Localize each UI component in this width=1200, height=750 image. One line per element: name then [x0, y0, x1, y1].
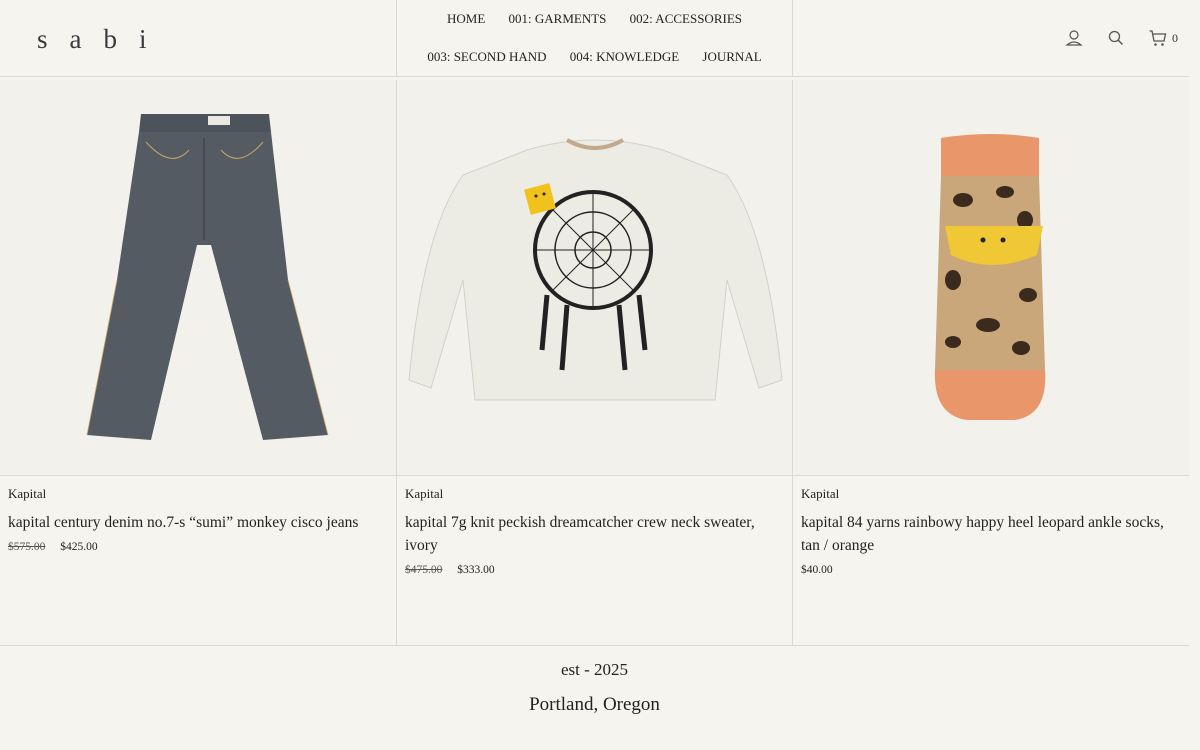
- product-info: Kapital kapital century denim no.7-s “su…: [8, 486, 378, 553]
- product-brand[interactable]: Kapital: [8, 486, 378, 502]
- sale-price: $333.00: [457, 564, 495, 576]
- product-title[interactable]: kapital 84 yarns rainbowy happy heel leo…: [801, 511, 1171, 557]
- account-icon[interactable]: [1064, 28, 1084, 48]
- compare-price: $575.00: [8, 541, 46, 553]
- site-header: sabi HOME 001: GARMENTS 002: ACCESSORIES…: [0, 0, 1189, 77]
- product-info: Kapital kapital 84 yarns rainbowy happy …: [801, 486, 1171, 576]
- product-grid: Kapital kapital century denim no.7-s “su…: [0, 80, 1189, 646]
- location-text: Portland, Oregon: [529, 694, 660, 715]
- product-price: $40.00: [801, 564, 1171, 576]
- cart-icon[interactable]: 0: [1148, 28, 1178, 48]
- nav-second-hand[interactable]: 003: SECOND HAND: [427, 49, 546, 65]
- product-brand[interactable]: Kapital: [405, 486, 775, 502]
- search-icon[interactable]: [1106, 28, 1126, 48]
- nav-accessories[interactable]: 002: ACCESSORIES: [630, 11, 742, 27]
- product-title[interactable]: kapital century denim no.7-s “sumi” monk…: [8, 511, 378, 534]
- established-text: est - 2025: [560, 660, 629, 679]
- product-card[interactable]: Kapital kapital century denim no.7-s “su…: [0, 80, 397, 646]
- nav-row-2: 003: SECOND HAND 004: KNOWLEDGE JOURNAL: [397, 49, 792, 65]
- nav-knowledge[interactable]: 004: KNOWLEDGE: [570, 49, 679, 65]
- site-logo[interactable]: sabi: [37, 24, 169, 55]
- product-card[interactable]: Kapital kapital 84 yarns rainbowy happy …: [792, 80, 1189, 646]
- nav-home[interactable]: HOME: [447, 11, 485, 27]
- product-image-socks[interactable]: [793, 80, 1189, 476]
- site-footer: est - 2025 Portland, Oregon: [0, 660, 1189, 716]
- header-icons: 0: [1042, 27, 1178, 49]
- product-image-sweater[interactable]: [397, 80, 793, 476]
- product-price: $475.00 $333.00: [405, 564, 775, 576]
- product-image-jeans[interactable]: [0, 80, 397, 476]
- nav-garments[interactable]: 001: GARMENTS: [509, 11, 607, 27]
- regular-price: $40.00: [801, 564, 833, 576]
- sale-price: $425.00: [60, 541, 98, 553]
- nav-row-1: HOME 001: GARMENTS 002: ACCESSORIES: [397, 11, 792, 27]
- compare-price: $475.00: [405, 564, 443, 576]
- product-price: $575.00 $425.00: [8, 541, 378, 553]
- product-card[interactable]: Kapital kapital 7g knit peckish dreamcat…: [396, 80, 793, 646]
- product-brand[interactable]: Kapital: [801, 486, 1171, 502]
- product-info: Kapital kapital 7g knit peckish dreamcat…: [405, 486, 775, 576]
- nav-journal[interactable]: JOURNAL: [702, 49, 761, 65]
- main-nav: HOME 001: GARMENTS 002: ACCESSORIES 003:…: [396, 0, 793, 77]
- cart-count: 0: [1172, 30, 1178, 45]
- product-title[interactable]: kapital 7g knit peckish dreamcatcher cre…: [405, 511, 775, 557]
